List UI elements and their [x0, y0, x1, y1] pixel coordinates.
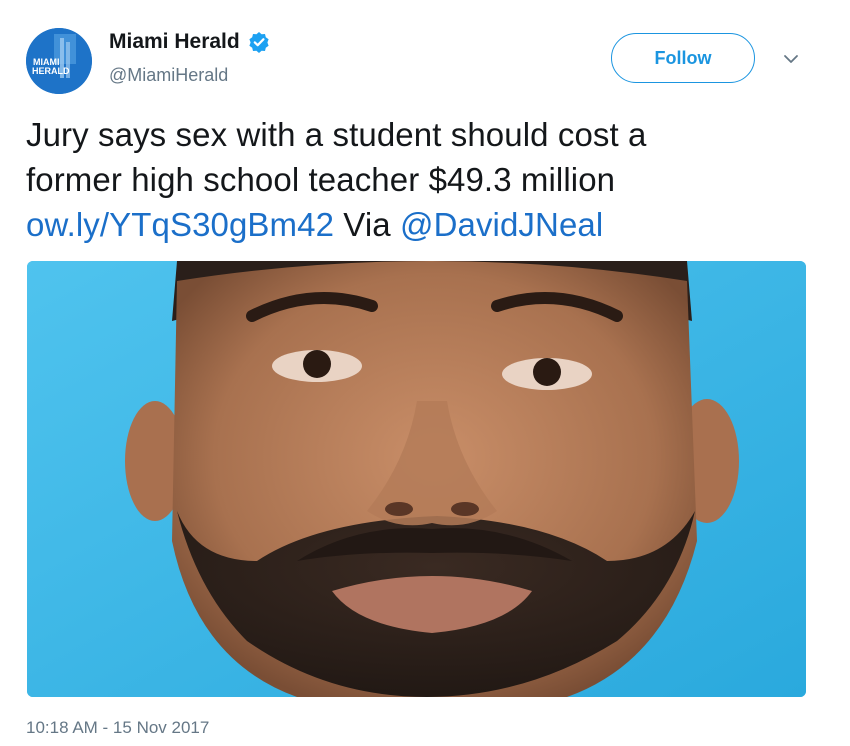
tweet-timestamp[interactable]: 10:18 AM - 15 Nov 2017: [26, 718, 209, 738]
via-text: Via: [334, 206, 400, 243]
mention-link[interactable]: @DavidJNeal: [400, 206, 603, 243]
author-handle[interactable]: @MiamiHerald: [109, 65, 228, 86]
author-name-row[interactable]: Miami Herald: [109, 30, 270, 54]
follow-button[interactable]: Follow: [611, 33, 755, 83]
svg-text:HERALD: HERALD: [32, 66, 70, 76]
chevron-down-icon: [784, 55, 798, 63]
miami-herald-logo-icon: MIAMI HERALD: [26, 28, 92, 94]
verified-badge-icon: [248, 31, 270, 53]
article-link[interactable]: ow.ly/YTqS30gBm42: [26, 206, 334, 243]
tweet-links-line: ow.ly/YTqS30gBm42 Via @DavidJNeal: [26, 202, 816, 247]
photo-icon: [27, 261, 806, 697]
tweet-text: Jury says sex with a student should cost…: [26, 112, 816, 247]
tweet-menu-button[interactable]: [780, 48, 802, 70]
author-avatar[interactable]: MIAMI HERALD: [26, 28, 92, 94]
tweet-media-photo[interactable]: [27, 261, 806, 697]
author-display-name[interactable]: Miami Herald: [109, 30, 240, 54]
tweet-text-line: Jury says sex with a student should cost…: [26, 116, 647, 153]
tweet-text-line: former high school teacher $49.3 million: [26, 161, 616, 198]
